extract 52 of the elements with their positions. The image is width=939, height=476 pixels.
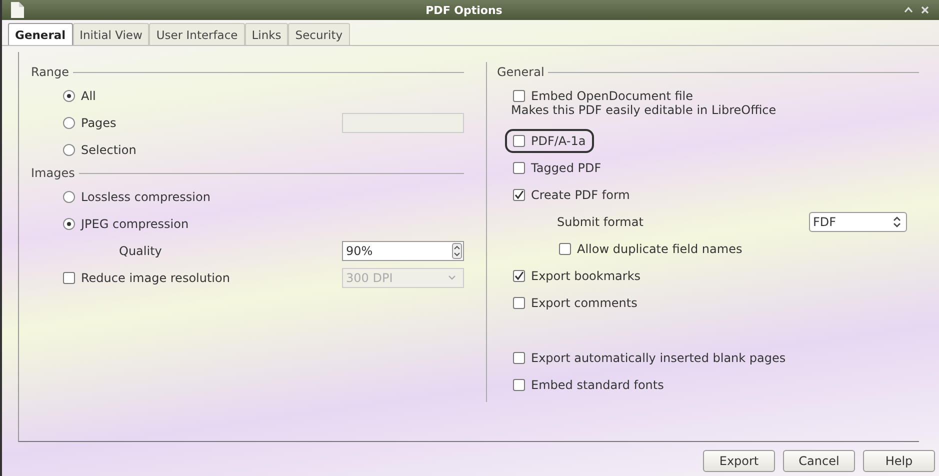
- radio-button[interactable]: [63, 90, 75, 102]
- option-label: Tagged PDF: [531, 160, 602, 174]
- checkbox[interactable]: [513, 162, 525, 174]
- radio-button[interactable]: [63, 218, 75, 230]
- checkbox[interactable]: [513, 378, 525, 390]
- option-label: Reduce image resolution: [81, 270, 230, 284]
- close-icon[interactable]: [921, 6, 929, 14]
- radio-button[interactable]: [63, 144, 75, 156]
- radio-button[interactable]: [63, 116, 75, 128]
- radio-button[interactable]: [63, 190, 75, 202]
- option-label: Export comments: [531, 296, 638, 310]
- dialog-button[interactable]: Export: [703, 450, 775, 472]
- tab[interactable]: Links: [244, 23, 288, 45]
- spin-arrows-icon[interactable]: [452, 242, 462, 258]
- document-icon: [10, 2, 24, 18]
- checkbox[interactable]: [513, 90, 525, 102]
- dropdown[interactable]: FDF: [809, 212, 907, 232]
- minimize-icon[interactable]: [904, 7, 913, 13]
- option-label: Embed standard fonts: [531, 378, 664, 392]
- checkbox[interactable]: [513, 352, 525, 364]
- option-label: Quality: [119, 244, 162, 258]
- option-label: Lossless compression: [81, 190, 210, 204]
- option-label: JPEG compression: [81, 216, 189, 230]
- up-down-arrows-icon: [892, 216, 902, 228]
- tab[interactable]: User Interface: [149, 23, 245, 45]
- option-label: Export automatically inserted blank pages: [531, 350, 786, 364]
- group-title: Images: [31, 166, 75, 180]
- option-label: Pages: [81, 116, 116, 130]
- checkbox[interactable]: [513, 270, 525, 282]
- option-label: Submit format: [557, 214, 644, 228]
- tab[interactable]: General: [8, 23, 73, 45]
- checkbox[interactable]: [559, 242, 571, 254]
- dialog-button[interactable]: Cancel: [783, 450, 855, 472]
- window-title: PDF Options: [424, 4, 504, 16]
- dialog-button[interactable]: Help: [863, 450, 935, 472]
- tab[interactable]: Initial View: [72, 23, 150, 45]
- option-label: All: [81, 88, 96, 102]
- option-label: PDF/A-1a: [531, 134, 586, 148]
- option-label: Embed OpenDocument file: [531, 88, 694, 102]
- group-title: General: [497, 65, 544, 79]
- group-title: Range: [31, 65, 70, 79]
- option-label: Selection: [81, 142, 136, 156]
- checkbox[interactable]: [513, 188, 525, 200]
- spin-field[interactable]: 90%: [342, 240, 464, 260]
- option-label: Create PDF form: [531, 188, 630, 202]
- tab[interactable]: Security: [288, 23, 350, 45]
- checkbox[interactable]: [63, 272, 75, 284]
- option-description: Makes this PDF easily editable in LibreOffice: [511, 103, 776, 117]
- option-label: Allow duplicate field names: [577, 242, 742, 256]
- checkbox[interactable]: [513, 296, 525, 308]
- checkbox[interactable]: [513, 134, 525, 146]
- option-label: Export bookmarks: [531, 268, 641, 282]
